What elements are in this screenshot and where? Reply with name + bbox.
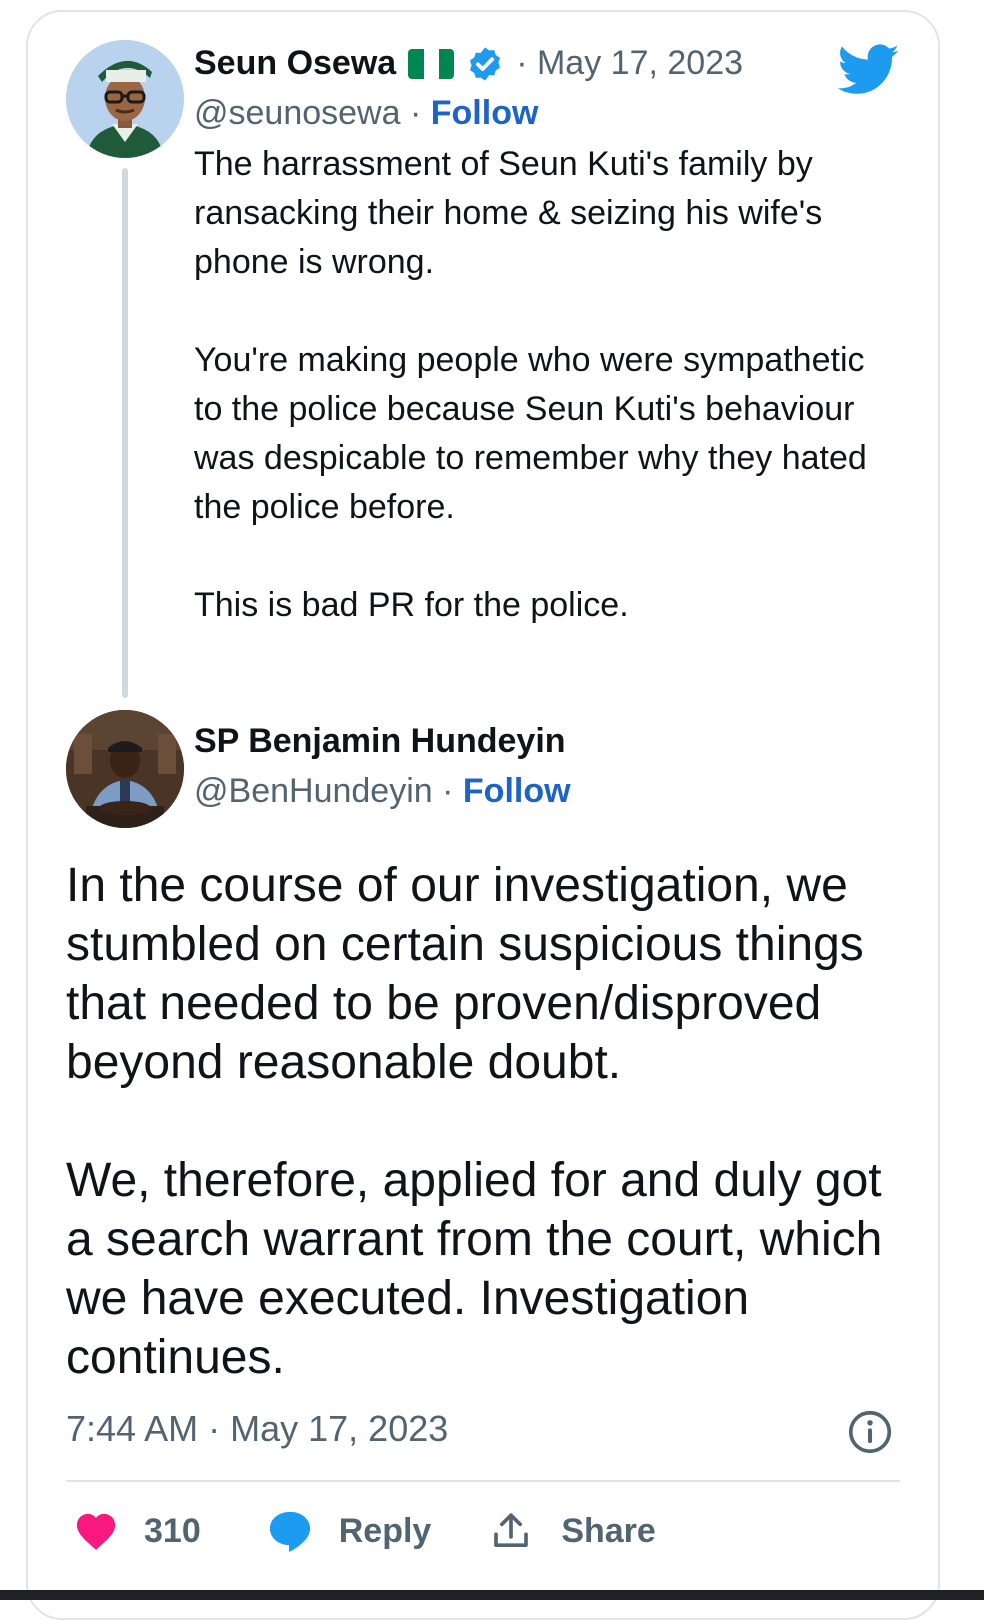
tweet-paragraph: You're making people who were sympatheti… — [194, 341, 867, 526]
tweet-paragraph: In the course of our investigation, we s… — [66, 859, 864, 1089]
author-name[interactable]: SP Benjamin Hundeyin — [194, 722, 566, 761]
twitter-bird-icon[interactable] — [838, 44, 900, 96]
reply-label: Reply — [338, 1511, 432, 1550]
tweet-paragraph: We, therefore, applied for and duly got … — [66, 1154, 883, 1384]
parent-tweet-header: Seun Osewa · May 17, 2023 — [194, 44, 743, 83]
reply-bubble-icon — [269, 1511, 310, 1553]
share-icon — [494, 1513, 529, 1547]
tweet-date[interactable]: · May 17, 2023 — [516, 44, 743, 83]
parent-handle-row: @seunosewa · Follow — [194, 94, 539, 132]
author-handle[interactable]: @seunosewa — [194, 94, 401, 132]
tweet-timestamp[interactable]: 7:44 AM · May 17, 2023 — [66, 1408, 448, 1450]
profile-photo-icon — [66, 710, 184, 828]
share-button[interactable]: Share — [491, 1511, 656, 1551]
thread-connector-line — [122, 168, 128, 698]
verified-badge-icon — [470, 46, 501, 81]
share-label: Share — [561, 1511, 656, 1550]
like-button[interactable]: 310 — [74, 1511, 201, 1551]
heart-icon — [76, 1513, 116, 1550]
main-handle-row: @BenHundeyin · Follow — [194, 772, 571, 810]
reply-button[interactable]: Reply — [267, 1509, 432, 1553]
follow-button[interactable]: Follow — [431, 94, 539, 132]
parent-tweet-text: The harrassment of Seun Kuti's family by… — [194, 140, 894, 630]
author-handle[interactable]: @BenHundeyin — [194, 772, 433, 810]
info-icon[interactable] — [848, 1410, 892, 1454]
tweet-time: 7:44 AM — [66, 1408, 199, 1449]
tweet-paragraph: The harrassment of Seun Kuti's family by… — [194, 145, 823, 281]
tweet-date: May 17, 2023 — [230, 1408, 449, 1449]
nigeria-flag-icon — [408, 48, 455, 79]
ben-hundeyin-avatar[interactable] — [66, 710, 184, 828]
like-count: 310 — [144, 1511, 201, 1550]
cartoon-avatar-icon — [66, 40, 184, 158]
main-tweet-text: In the course of our investigation, we s… — [66, 856, 916, 1387]
main-tweet-header: SP Benjamin Hundeyin — [194, 722, 566, 761]
author-name[interactable]: Seun Osewa — [194, 44, 396, 83]
tweet-paragraph: This is bad PR for the police. — [194, 586, 629, 624]
divider — [66, 1480, 900, 1482]
seun-osewa-avatar[interactable] — [66, 40, 184, 158]
tweet-actions-bar: 310 Reply Share — [74, 1506, 656, 1556]
screen-bottom-edge — [0, 1590, 984, 1600]
follow-button[interactable]: Follow — [463, 772, 571, 810]
